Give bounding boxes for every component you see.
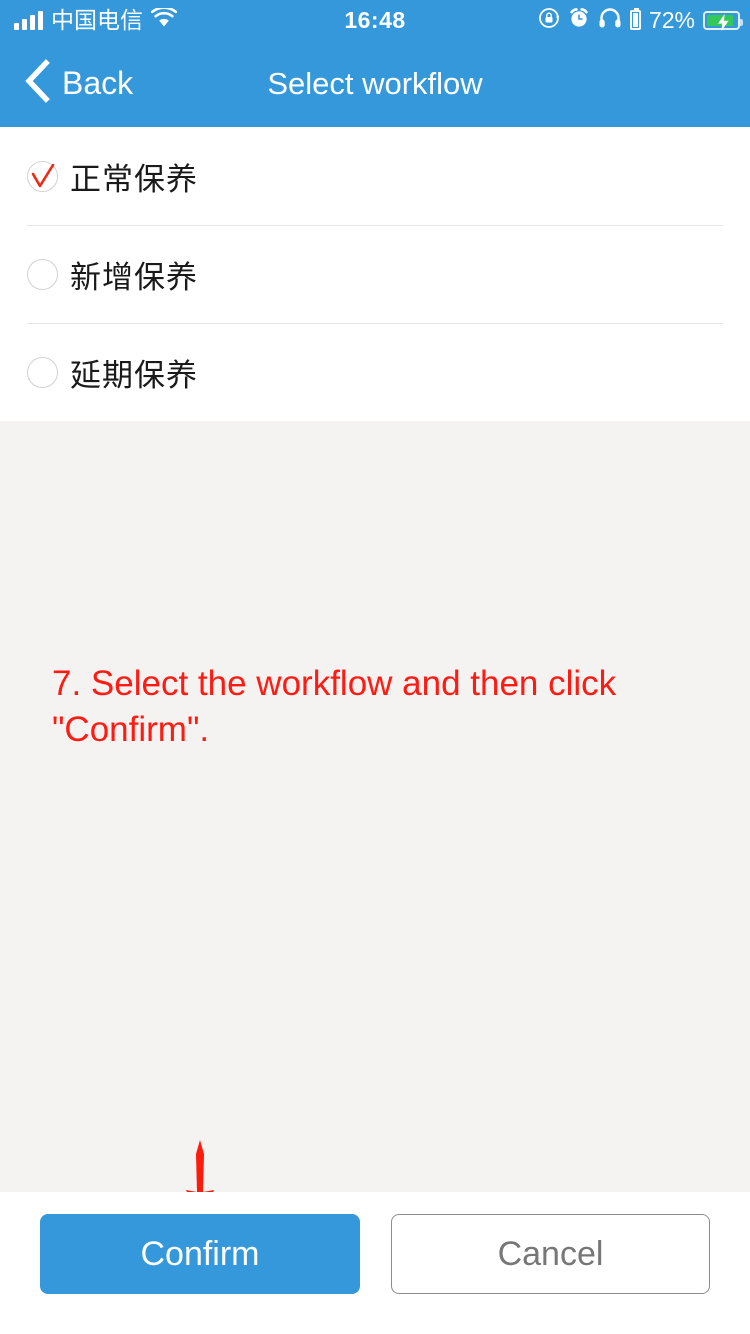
content-area: 7. Select the workflow and then click "C…: [0, 421, 750, 1192]
option-label: 正常保养: [70, 161, 198, 198]
battery-charging-icon: [703, 10, 743, 31]
external-battery-icon: [629, 8, 641, 30]
option-row-new-maintenance[interactable]: 新增保养: [0, 225, 750, 323]
status-bar-right: 72%: [538, 0, 743, 40]
radio-unchecked-icon[interactable]: [27, 356, 58, 388]
action-footer: Confirm Cancel: [0, 1192, 750, 1334]
radio-unchecked-icon[interactable]: [27, 258, 58, 290]
phone-screen: 中国电信 16:48 72% Back Select workflow 正常保养…: [0, 0, 750, 1334]
option-label: 延期保养: [70, 357, 198, 394]
page-title: Select workflow: [267, 65, 483, 101]
radio-checked-icon[interactable]: [27, 160, 58, 192]
option-row-normal-maintenance[interactable]: 正常保养: [0, 127, 750, 225]
cancel-button[interactable]: Cancel: [391, 1214, 710, 1294]
navigation-bar: Back Select workflow: [0, 40, 750, 127]
option-row-deferred-maintenance[interactable]: 延期保养: [0, 323, 750, 421]
option-label: 新增保养: [70, 259, 198, 296]
headphones-icon: [598, 7, 622, 34]
rotation-lock-icon: [538, 7, 560, 34]
confirm-button[interactable]: Confirm: [40, 1214, 360, 1294]
battery-percent-label: 72%: [648, 7, 695, 33]
status-bar: 中国电信 16:48 72%: [0, 0, 750, 40]
workflow-option-list: 正常保养 新增保养 延期保养: [0, 127, 750, 421]
alarm-clock-icon: [568, 7, 590, 34]
instruction-annotation: 7. Select the workflow and then click "C…: [52, 664, 617, 750]
